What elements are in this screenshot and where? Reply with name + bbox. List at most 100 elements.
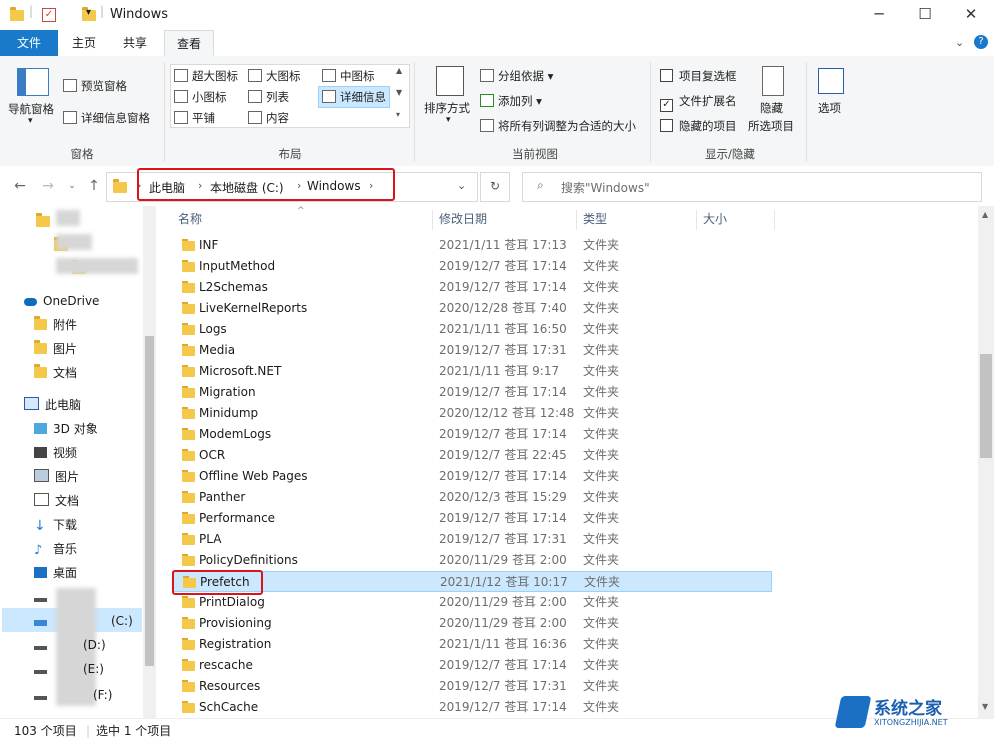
nav-onedrive[interactable]: OneDrive — [24, 290, 99, 312]
column-type[interactable]: 类型 — [583, 208, 607, 230]
gallery-expand-icon[interactable]: ▾ — [396, 110, 400, 119]
table-row[interactable]: PLA 2019/12/7 苍耳 17:31 文件夹 — [172, 529, 772, 550]
group-by-button[interactable]: 分组依据 ▾ — [480, 68, 553, 84]
nav-drive-e[interactable]: (E:) — [34, 658, 104, 680]
table-row[interactable]: OCR 2019/12/7 苍耳 22:45 文件夹 — [172, 445, 772, 466]
list-scrollbar[interactable]: ▲ ▼ — [978, 206, 994, 718]
ribbon-tabs: 文件 主页 共享 查看 ⌄ ? — [0, 30, 994, 57]
layout-details[interactable]: 详细信息 — [318, 86, 390, 108]
add-column-button[interactable]: 添加列 ▾ — [480, 93, 542, 109]
table-row[interactable]: SchCache 2019/12/7 苍耳 17:14 文件夹 — [172, 697, 772, 718]
nav-pane-scrollbar[interactable] — [143, 206, 156, 718]
folder-icon — [182, 512, 195, 524]
table-row[interactable]: PrintDialog 2020/11/29 苍耳 2:00 文件夹 — [172, 592, 772, 613]
nav-3d-objects[interactable]: 3D 对象 — [34, 418, 98, 440]
download-arrow-icon: ↓ — [34, 518, 46, 534]
table-row[interactable]: Registration 2021/1/11 苍耳 16:36 文件夹 — [172, 634, 772, 655]
layout-content[interactable]: 内容 — [248, 110, 289, 126]
file-extension-toggle[interactable]: ✓ 文件扩展名 — [660, 93, 737, 112]
address-dropdown-icon[interactable]: ⌄ — [457, 179, 466, 192]
nav-drive-f[interactable]: (F:) — [34, 684, 112, 706]
fit-columns-button[interactable]: 将所有列调整为合适的大小 — [480, 118, 636, 134]
table-row[interactable]: Media 2019/12/7 苍耳 17:31 文件夹 — [172, 340, 772, 361]
nav-onedrive-attachments[interactable]: 附件 — [34, 314, 77, 336]
nav-drive-c[interactable]: (C:) — [34, 610, 133, 632]
film-icon — [34, 447, 47, 458]
table-row[interactable]: Performance 2019/12/7 苍耳 17:14 文件夹 — [172, 508, 772, 529]
options-button[interactable]: 选项 — [818, 100, 841, 116]
layout-large-icons[interactable]: 大图标 — [248, 68, 301, 84]
nav-pane-button[interactable]: 导航窗格 — [8, 101, 54, 117]
list-scrollbar-thumb[interactable] — [980, 354, 992, 458]
table-row[interactable]: ModemLogs 2019/12/7 苍耳 17:14 文件夹 — [172, 424, 772, 445]
folder-icon — [34, 340, 47, 354]
nav-downloads[interactable]: ↓ 下载 — [34, 514, 77, 536]
hide-selected-button[interactable]: 隐藏 — [760, 100, 783, 116]
refresh-button[interactable]: ↻ — [480, 172, 510, 202]
layout-small-icons[interactable]: 小图标 — [174, 89, 227, 105]
maximize-button[interactable]: ☐ — [902, 0, 948, 30]
nav-thispc[interactable]: 此电脑 — [24, 394, 81, 416]
navigation-pane: OneDrive 附件 图片 文档 此电脑 3D 对象 视频 图片 文档 ↓ 下载… — [0, 206, 158, 718]
search-box[interactable]: ⌕ 搜索"Windows" — [522, 172, 982, 202]
layout-list[interactable]: 列表 — [248, 89, 289, 105]
column-size[interactable]: 大小 — [703, 208, 727, 230]
nav-music[interactable]: ♪ 音乐 — [34, 538, 77, 560]
layout-tiles[interactable]: 平铺 — [174, 110, 215, 126]
properties-icon[interactable]: ✓ — [42, 8, 56, 22]
table-row[interactable]: Panther 2020/12/3 苍耳 15:29 文件夹 — [172, 487, 772, 508]
search-input[interactable]: 搜索"Windows" — [561, 179, 650, 196]
nav-onedrive-documents[interactable]: 文档 — [34, 362, 77, 384]
table-row[interactable]: Minidump 2020/12/12 苍耳 12:48 文件夹 — [172, 403, 772, 424]
layout-extra-large-icons[interactable]: 超大图标 — [174, 68, 238, 84]
hidden-items-toggle[interactable]: 隐藏的项目 — [660, 118, 737, 134]
nav-drive-d[interactable]: (D:) — [34, 634, 106, 656]
nav-documents[interactable]: 文档 — [34, 490, 79, 512]
table-row[interactable]: Resources 2019/12/7 苍耳 17:31 文件夹 — [172, 676, 772, 697]
file-name: Offline Web Pages — [199, 469, 308, 483]
table-row[interactable]: Provisioning 2020/11/29 苍耳 2:00 文件夹 — [172, 613, 772, 634]
tab-share[interactable]: 共享 — [112, 30, 158, 56]
recent-locations-icon[interactable]: ⌄ — [62, 174, 82, 198]
tab-file[interactable]: 文件 — [0, 30, 58, 56]
table-row[interactable]: Microsoft.NET 2021/1/11 苍耳 9:17 文件夹 — [172, 361, 772, 382]
nav-videos[interactable]: 视频 — [34, 442, 77, 464]
file-date: 2019/12/7 苍耳 17:14 — [439, 280, 567, 294]
ribbon: 导航窗格 ▾ 预览窗格 详细信息窗格 窗格 超大图标 大图标 中图标 小图标 列… — [0, 56, 994, 167]
nav-pictures[interactable]: 图片 — [34, 466, 79, 488]
preview-pane-button[interactable]: 预览窗格 — [63, 78, 127, 94]
table-row[interactable]: Migration 2019/12/7 苍耳 17:14 文件夹 — [172, 382, 772, 403]
file-date: 2021/1/12 苍耳 10:17 — [440, 575, 568, 589]
gallery-scroll-down-icon[interactable]: ▼ — [396, 88, 402, 97]
close-button[interactable]: ✕ — [948, 0, 994, 30]
details-pane-button[interactable]: 详细信息窗格 — [63, 110, 150, 126]
collapse-ribbon-icon[interactable]: ⌄ — [955, 36, 964, 49]
help-icon[interactable]: ? — [974, 35, 988, 49]
layout-medium-icons[interactable]: 中图标 — [322, 68, 375, 84]
table-row[interactable]: LiveKernelReports 2020/12/28 苍耳 7:40 文件夹 — [172, 298, 772, 319]
gallery-scroll-up-icon[interactable]: ▲ — [396, 66, 402, 75]
column-name[interactable]: 名称 — [178, 208, 202, 230]
back-button[interactable]: ← — [10, 174, 30, 198]
file-name: Logs — [199, 322, 227, 336]
minimize-button[interactable]: ─ — [856, 0, 902, 30]
table-row[interactable]: InputMethod 2019/12/7 苍耳 17:14 文件夹 — [172, 256, 772, 277]
table-row[interactable]: Offline Web Pages 2019/12/7 苍耳 17:14 文件夹 — [172, 466, 772, 487]
sort-button[interactable]: 排序方式 — [424, 100, 470, 116]
up-button[interactable]: ↑ — [84, 174, 104, 198]
quick-access-dropdown-icon[interactable]: ▾ — [86, 7, 91, 18]
file-date: 2020/12/28 苍耳 7:40 — [439, 301, 567, 315]
table-row[interactable]: rescache 2019/12/7 苍耳 17:14 文件夹 — [172, 655, 772, 676]
table-row[interactable]: PolicyDefinitions 2020/11/29 苍耳 2:00 文件夹 — [172, 550, 772, 571]
tab-view[interactable]: 查看 — [164, 30, 214, 56]
table-row[interactable]: INF 2021/1/11 苍耳 17:13 文件夹 — [172, 235, 772, 256]
tab-home[interactable]: 主页 — [62, 30, 106, 56]
file-date: 2021/1/11 苍耳 16:36 — [439, 637, 567, 651]
item-checkbox-toggle[interactable]: 项目复选框 — [660, 68, 737, 84]
table-row[interactable]: Logs 2021/1/11 苍耳 16:50 文件夹 — [172, 319, 772, 340]
forward-button[interactable]: → — [38, 174, 58, 198]
table-row[interactable]: L2Schemas 2019/12/7 苍耳 17:14 文件夹 — [172, 277, 772, 298]
nav-desktop[interactable]: 桌面 — [34, 562, 77, 584]
column-date[interactable]: 修改日期 — [439, 208, 487, 230]
nav-onedrive-pictures[interactable]: 图片 — [34, 338, 77, 360]
